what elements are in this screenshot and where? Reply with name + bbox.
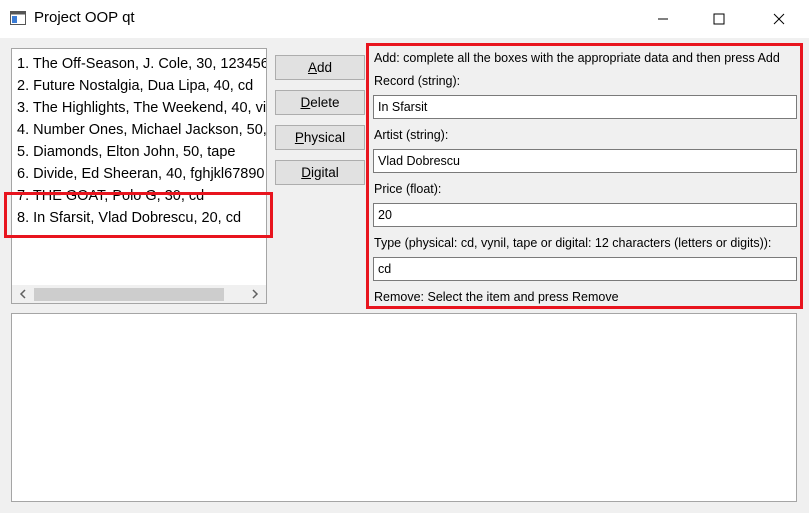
list-item[interactable]: 6. Divide, Ed Sheeran, 40, fghjkl67890 [17, 163, 264, 185]
type-label: Type (physical: cd, vynil, tape or digit… [374, 236, 772, 250]
list-item[interactable]: 4. Number Ones, Michael Jackson, 50, [17, 119, 266, 141]
record-label: Record (string): [374, 74, 461, 88]
title-bar: Project OOP qt [0, 0, 809, 38]
minimize-icon [658, 18, 668, 20]
close-button[interactable] [756, 0, 802, 38]
close-icon [773, 13, 785, 25]
remove-instructions: Remove: Select the item and press Remove [374, 290, 619, 304]
digital-button-label: igital [310, 165, 339, 180]
add-instructions: Add: complete all the boxes with the app… [374, 51, 780, 65]
records-list-items: 1. The Off-Season, J. Cole, 30, 123456a … [12, 49, 266, 285]
physical-button[interactable]: Physical [275, 125, 365, 150]
delete-button-mnemonic: D [300, 95, 311, 110]
delete-button[interactable]: Delete [275, 90, 365, 115]
record-input[interactable] [373, 95, 797, 119]
price-input[interactable] [373, 203, 797, 227]
artist-input[interactable] [373, 149, 797, 173]
horizontal-scrollbar[interactable] [12, 285, 266, 303]
records-list[interactable]: 1. The Off-Season, J. Cole, 30, 123456a … [11, 48, 267, 304]
scrollbar-thumb[interactable] [34, 288, 224, 301]
app-window-icon [10, 11, 26, 25]
chevron-left-icon [19, 289, 26, 299]
digital-button-mnemonic: D [301, 165, 311, 180]
maximize-icon [713, 13, 725, 25]
physical-button-label: hysical [303, 130, 346, 145]
physical-button-mnemonic: P [294, 130, 304, 145]
maximize-button[interactable] [696, 0, 742, 38]
scroll-left-button[interactable] [14, 285, 32, 303]
list-item[interactable]: 1. The Off-Season, J. Cole, 30, 123456a [17, 53, 266, 75]
selected-item-highlight [4, 192, 273, 238]
type-input[interactable] [373, 257, 797, 281]
digital-button[interactable]: Digital [275, 160, 365, 185]
artist-label: Artist (string): [374, 128, 449, 142]
list-item[interactable]: 3. The Highlights, The Weekend, 40, vi [17, 97, 266, 119]
scroll-right-button[interactable] [246, 285, 264, 303]
price-label: Price (float): [374, 182, 442, 196]
add-button-mnemonic: A [307, 60, 317, 75]
minimize-button[interactable] [640, 0, 686, 38]
add-button[interactable]: Add [275, 55, 365, 80]
window-title: Project OOP qt [34, 9, 135, 26]
chevron-right-icon [252, 289, 259, 299]
output-textarea[interactable] [11, 313, 797, 502]
list-item[interactable]: 5. Diamonds, Elton John, 50, tape [17, 141, 235, 163]
delete-button-label: elete [310, 95, 340, 110]
list-item[interactable]: 2. Future Nostalgia, Dua Lipa, 40, cd [17, 75, 253, 97]
add-button-label: dd [316, 60, 333, 75]
